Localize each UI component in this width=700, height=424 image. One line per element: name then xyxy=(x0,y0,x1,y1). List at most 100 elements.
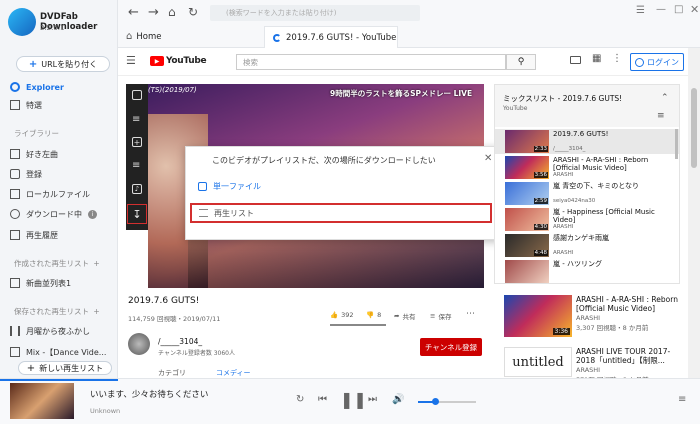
list-icon[interactable]: ≡ xyxy=(132,114,140,125)
channel-avatar[interactable] xyxy=(128,333,150,355)
chevron-up-icon[interactable]: ⌃ xyxy=(661,93,669,103)
playlist-item-channel: ARASHI xyxy=(553,224,574,230)
rec-thumbnail-2[interactable]: untitled xyxy=(504,347,572,377)
login-label: ログイン xyxy=(647,57,679,67)
login-button[interactable]: ログイン xyxy=(630,53,684,71)
youtube-search-input[interactable]: 検索 xyxy=(236,54,506,70)
plus-icon[interactable]: + xyxy=(93,259,99,268)
sidebar-item-explorer[interactable]: Explorer xyxy=(10,80,64,94)
home-icon: ⌂ xyxy=(126,31,133,42)
refresh-icon[interactable]: ↻ xyxy=(188,5,198,19)
minimize-icon[interactable]: — xyxy=(656,4,666,15)
rec-meta-1: 3,307 回視聴・8 か月前 xyxy=(576,324,649,332)
rec-thumbnail-1[interactable]: 3:36 xyxy=(504,295,572,337)
tab-bar: ⌂ Home 2019.7.6 GUTS! - YouTube xyxy=(118,26,700,48)
playlist-item[interactable]: 2:33 2019.7.6 GUTS! /_____3104_ xyxy=(495,129,679,154)
duration-badge: 2:59 xyxy=(533,198,548,204)
video-title: 2019.7.6 GUTS! xyxy=(128,296,200,306)
sidebar-item-downloading[interactable]: ダウンロード中 i xyxy=(10,207,97,221)
subscribe-button[interactable]: チャンネル登録 xyxy=(420,338,482,356)
category-value-link[interactable]: コメディー xyxy=(216,368,251,378)
add-playlist-icon: ≡ xyxy=(430,312,436,320)
video-icon[interactable] xyxy=(132,90,142,100)
queue-icon[interactable]: ≡ xyxy=(132,160,140,171)
music-icon xyxy=(10,347,20,357)
plus-icon: + xyxy=(26,362,36,374)
tab-home[interactable]: ⌂ Home xyxy=(126,31,161,42)
sidebar-item-label: Explorer xyxy=(26,82,64,92)
youtube-search-button[interactable]: ⚲ xyxy=(506,54,536,70)
music-note-icon[interactable]: ♪ xyxy=(132,184,142,194)
hamburger-icon[interactable]: ☰ xyxy=(126,54,136,67)
volume-slider-knob[interactable] xyxy=(432,398,440,405)
sidebar-item-saved-1[interactable]: 月曜から夜ふかし xyxy=(10,324,90,338)
sidebar-item-created-playlist[interactable]: 新曲並列表1 xyxy=(10,276,71,290)
save-button[interactable]: ≡ 保存 xyxy=(430,311,451,321)
dislike-button[interactable]: 👎 8 xyxy=(366,311,381,319)
forward-icon[interactable]: → xyxy=(148,5,159,20)
playlist-scrollbar-thumb[interactable] xyxy=(675,129,678,159)
address-bar[interactable]: (検索ワードを入力または貼り付け) xyxy=(210,5,420,21)
sidebar-item-featured[interactable]: 特選 xyxy=(10,98,42,112)
sidebar-item-history[interactable]: 再生履歴 xyxy=(10,228,58,242)
volume-slider[interactable] xyxy=(418,398,476,405)
option-playlist[interactable]: 再生リスト xyxy=(190,203,492,223)
created-playlists-label: 作成された再生リスト xyxy=(14,259,89,268)
sidebar-item-favorites[interactable]: 好き左曲 xyxy=(10,147,58,161)
next-icon[interactable]: ⏭ xyxy=(368,394,377,405)
player-thumbnail[interactable] xyxy=(10,383,74,419)
sidebar-item-saved-2[interactable]: Mix -【Dance Vide... xyxy=(10,345,106,359)
pause-icon[interactable]: ❚❚ xyxy=(340,390,367,409)
playlist-item-title: 嵐 青空の下、キミのとなり xyxy=(553,182,640,190)
youtube-logo[interactable]: ▶ YouTube xyxy=(150,56,207,66)
playlist-icon xyxy=(199,209,208,217)
playlist-add-icon[interactable]: ≡ xyxy=(657,111,665,121)
tab-youtube[interactable]: 2019.7.6 GUTS! - YouTube xyxy=(264,26,398,48)
close-icon[interactable]: ✕ xyxy=(690,3,699,16)
new-playlist-button[interactable]: + 新しい再生リスト xyxy=(18,361,112,375)
page-scrollbar[interactable] xyxy=(688,48,700,378)
playlist-item[interactable]: 4:48 感謝カンゲキ雨嵐 ARASHI xyxy=(495,233,679,258)
sidebar-item-subscriptions[interactable]: 登録 xyxy=(10,167,42,181)
channel-name[interactable]: /_____3104_ xyxy=(158,337,202,346)
playlist-item[interactable]: 2:59 嵐 青空の下、キミのとなり seiya0424na30 xyxy=(495,181,679,206)
download-icon[interactable]: ↧ xyxy=(127,204,147,224)
category-label: カテゴリ xyxy=(158,369,186,377)
menu-icon[interactable]: ☰ xyxy=(636,5,645,16)
volume-icon[interactable]: 🔊 xyxy=(392,394,404,405)
sidebar-item-label: 特選 xyxy=(26,100,42,110)
maximize-icon[interactable]: □ xyxy=(674,4,683,15)
rec-title-2[interactable]: ARASHI LIVE TOUR 2017-2018「untitled」【制限.… xyxy=(576,347,684,366)
playlist-item[interactable]: 嵐 - ハツリング xyxy=(495,259,679,283)
downloader-side-toolbar: ≡ + ≡ ♪ ↧ xyxy=(126,84,148,230)
page-scrollbar-thumb[interactable] xyxy=(691,88,697,168)
playlist-item-thumbnail: 4:48 xyxy=(505,234,549,257)
playback-progress[interactable] xyxy=(0,379,118,381)
home-icon[interactable]: ⌂ xyxy=(168,5,176,19)
more-horiz-icon[interactable]: ⋯ xyxy=(466,309,475,319)
add-icon[interactable]: + xyxy=(132,137,142,147)
apps-icon[interactable]: ▦ xyxy=(592,53,601,64)
back-icon[interactable]: ← xyxy=(128,5,139,20)
video-views-date: 114,759 回視聴・2019/07/11 xyxy=(128,315,221,323)
more-vert-icon[interactable]: ⋮ xyxy=(612,53,622,64)
video-overlay-text: 9時間半のラストを飾るSPメドレー LIVE xyxy=(330,89,473,98)
option-single-file[interactable]: 単一ファイル xyxy=(198,181,261,192)
like-button[interactable]: 👍 392 xyxy=(330,311,354,319)
previous-icon[interactable]: ⏮ xyxy=(318,394,327,405)
playlist-subtitle: YouTube xyxy=(503,105,528,112)
share-button[interactable]: ➦ 共有 xyxy=(394,311,415,321)
close-icon[interactable]: ✕ xyxy=(484,153,492,164)
rec-title-1[interactable]: ARASHI - A-RA-SHI : Reborn [Official Mus… xyxy=(576,295,684,314)
sidebar-item-local-files[interactable]: ローカルファイル xyxy=(10,187,90,201)
paste-url-button[interactable]: + URLを貼り付く xyxy=(16,56,110,72)
repeat-icon[interactable]: ↻ xyxy=(296,394,304,405)
queue-list-icon[interactable]: ≡ xyxy=(678,394,686,405)
share-label: 共有 xyxy=(402,313,416,321)
create-video-icon[interactable] xyxy=(570,56,581,64)
playlist-item[interactable]: 4:30 嵐 - Happiness [Official Music Video]… xyxy=(495,207,679,232)
playlist-item[interactable]: 3:56 ARASHI - A-RA-SHI : Reborn [Official… xyxy=(495,155,679,180)
plus-icon[interactable]: + xyxy=(93,307,99,316)
featured-icon xyxy=(10,100,20,110)
music-icon xyxy=(10,149,20,159)
